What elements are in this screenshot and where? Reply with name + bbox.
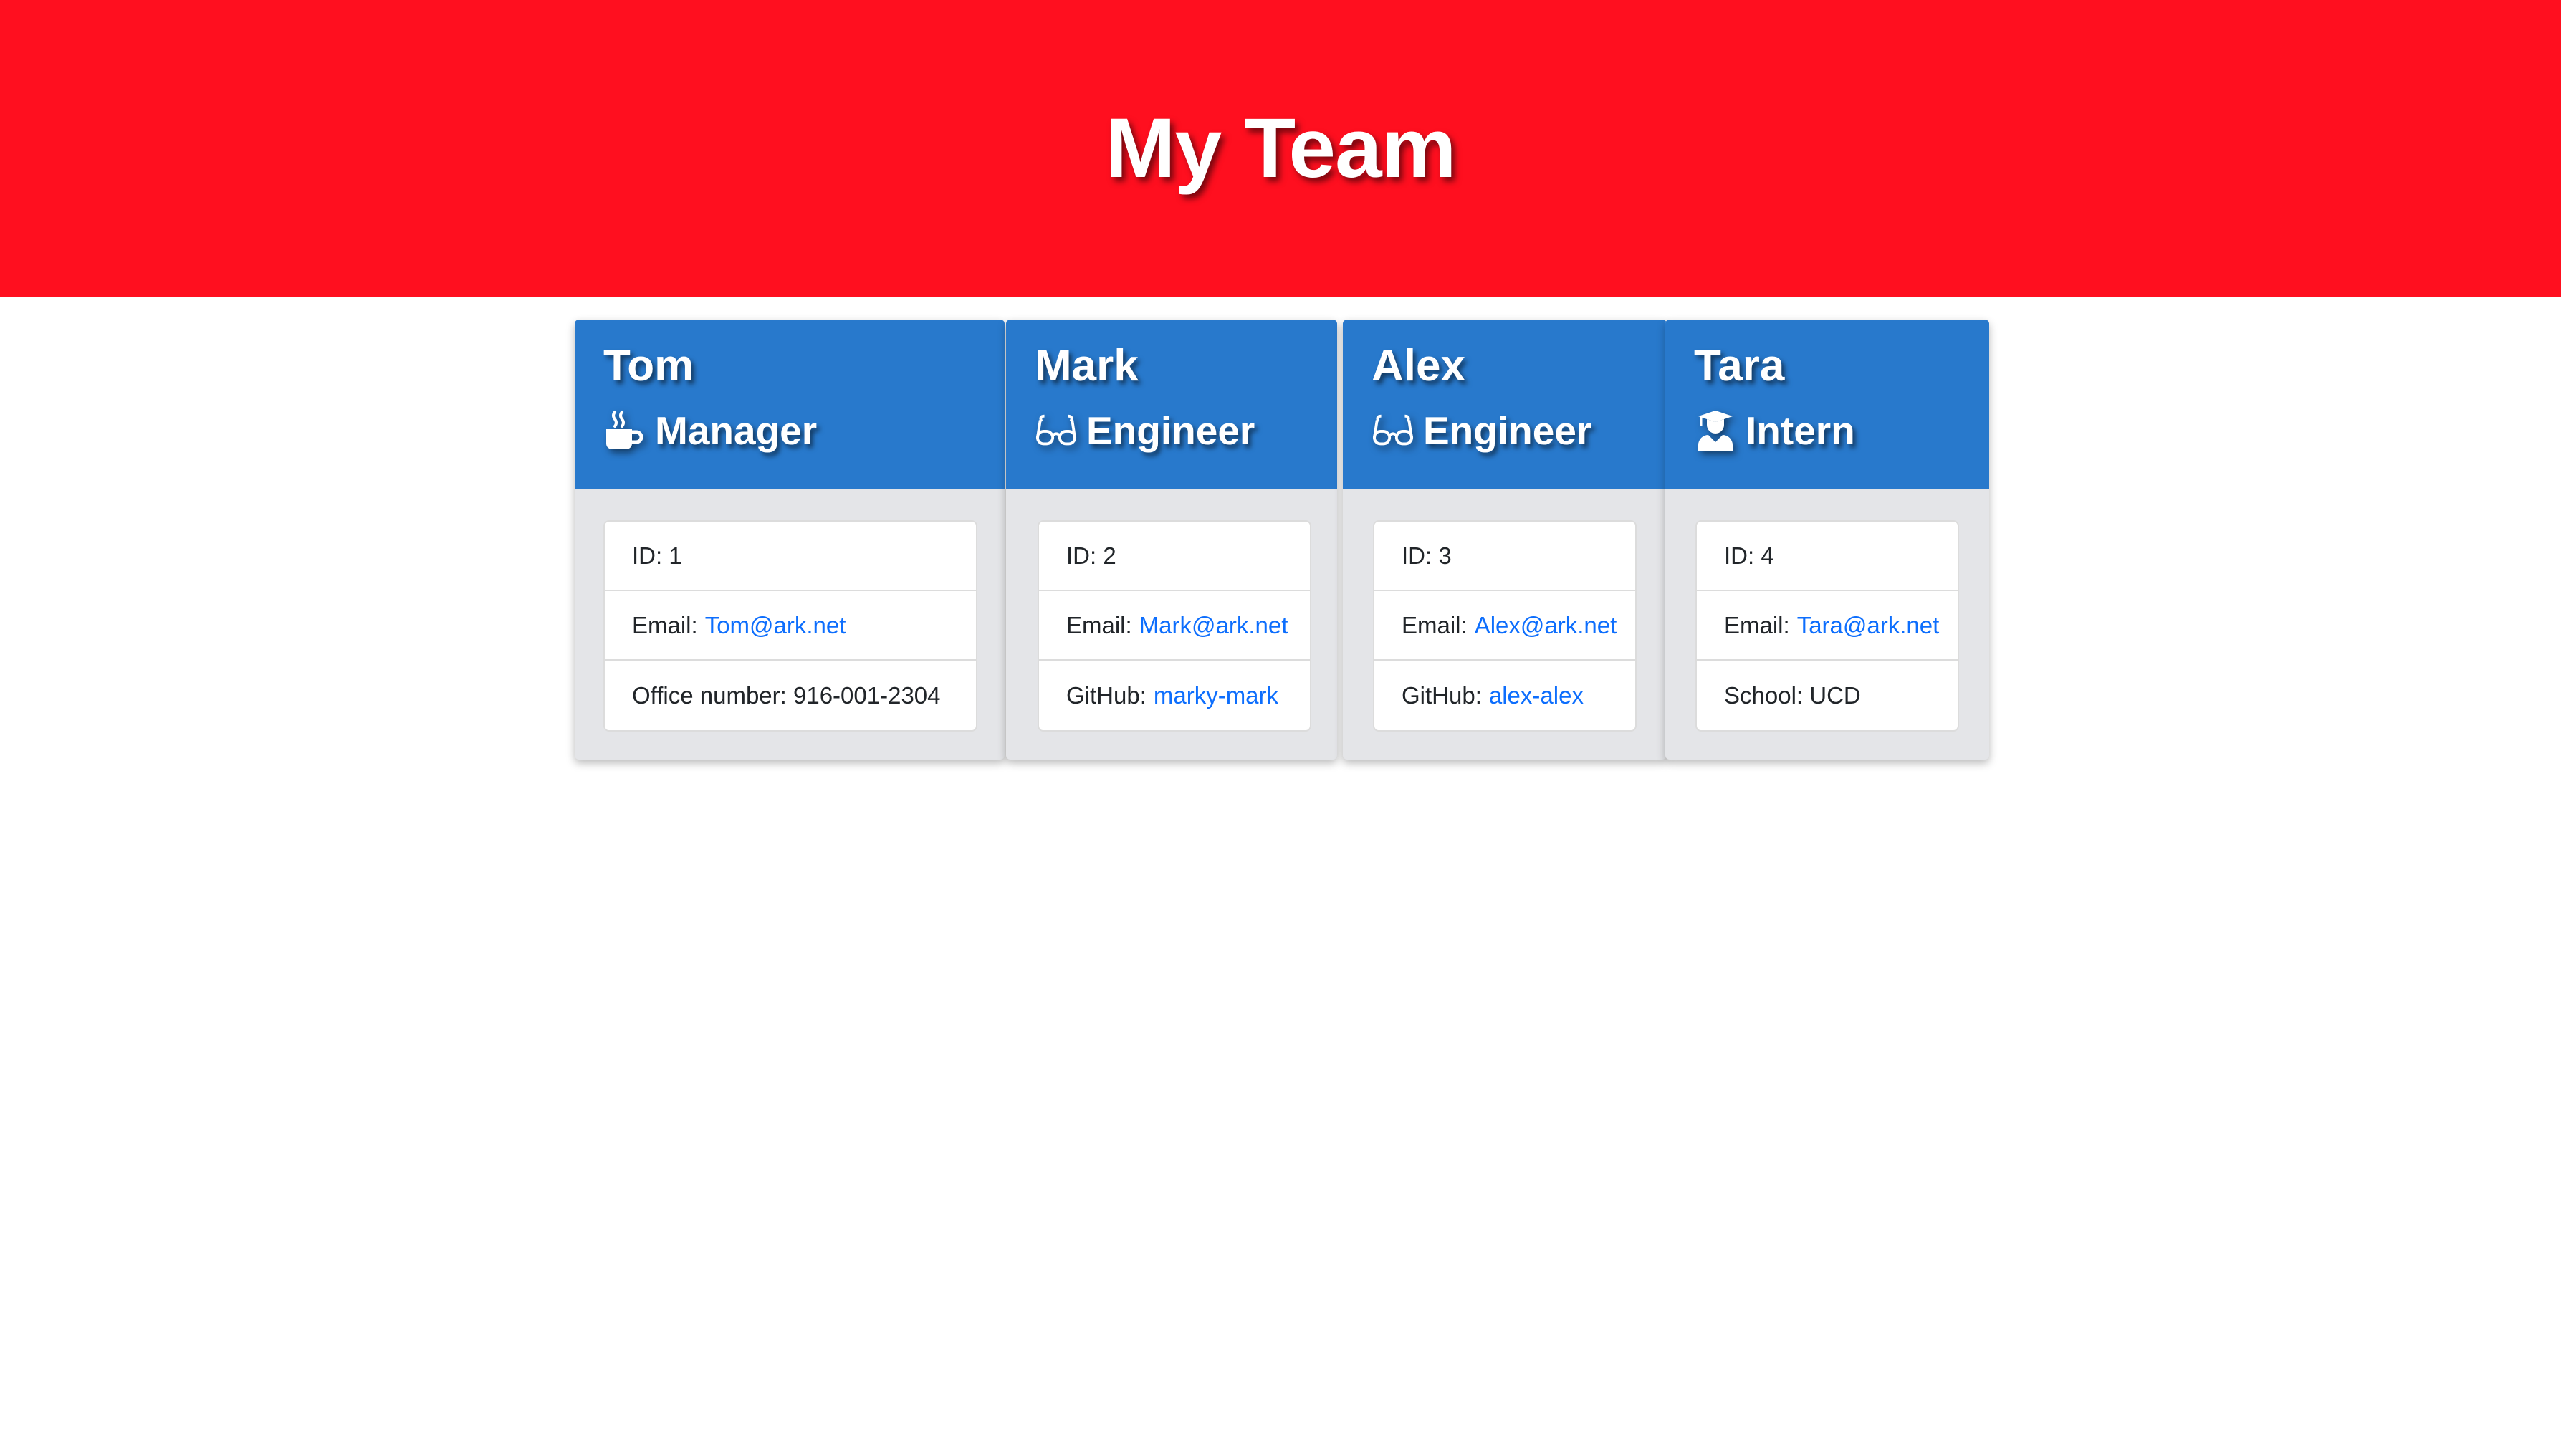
card-header: Alex Engineer <box>1343 320 1667 489</box>
role-label: Engineer <box>1423 408 1592 453</box>
employee-name: Tom <box>603 341 694 391</box>
glasses-icon <box>1372 409 1414 452</box>
employee-details: ID: 4 Email: Tara@ark.net School: UCD <box>1695 520 1959 732</box>
employee-role: Manager <box>603 406 1005 456</box>
employee-email: Email: Tom@ark.net <box>605 591 976 661</box>
graduate-icon <box>1694 409 1737 452</box>
page-header: My Team <box>0 0 2561 297</box>
employee-id: ID: 3 <box>1374 522 1635 591</box>
card-header: Tom Manager <box>575 320 1005 489</box>
email-link[interactable]: Tara@ark.net <box>1797 612 1940 639</box>
employee-school: School: UCD <box>1724 681 1861 709</box>
card-header: Tara Intern <box>1665 320 1989 489</box>
employee-email: Email: Tara@ark.net <box>1697 591 1958 661</box>
card-header: Mark Engineer <box>1006 320 1337 489</box>
employee-role: Intern <box>1694 406 1989 456</box>
glasses-icon <box>1035 409 1078 452</box>
employee-name: Mark <box>1035 341 1139 391</box>
employee-card-tara: Tara Intern ID: 4 Email: Tara@ark.net Sc… <box>1665 320 1989 760</box>
github-link[interactable]: alex-alex <box>1489 682 1584 709</box>
employee-card-alex: Alex Engineer ID: 3 Email: Alex@ark.net … <box>1343 320 1667 760</box>
employee-email: Email: Mark@ark.net <box>1039 591 1310 661</box>
role-label: Intern <box>1746 408 1855 453</box>
employee-email: Email: Alex@ark.net <box>1374 591 1635 661</box>
email-link[interactable]: Tom@ark.net <box>705 612 846 639</box>
employee-name: Tara <box>1694 341 1785 391</box>
employee-card-tom: Tom Manager ID: 1 Email: Tom@ark.net Off… <box>575 320 1005 760</box>
mug-icon <box>603 409 646 452</box>
role-label: Manager <box>655 408 818 453</box>
employee-details: ID: 2 Email: Mark@ark.net GitHub: marky-… <box>1038 520 1311 732</box>
employee-github: GitHub: marky-mark <box>1066 681 1279 709</box>
email-link[interactable]: Alex@ark.net <box>1475 612 1617 639</box>
employee-details: ID: 1 Email: Tom@ark.net Office number: … <box>603 520 977 732</box>
page-title: My Team <box>1105 101 1456 196</box>
employee-id: ID: 4 <box>1697 522 1958 591</box>
employee-details: ID: 3 Email: Alex@ark.net GitHub: alex-a… <box>1373 520 1637 732</box>
employee-role: Engineer <box>1372 406 1667 456</box>
employee-id: ID: 1 <box>605 522 976 591</box>
employee-github: GitHub: alex-alex <box>1402 681 1584 709</box>
employee-office-number: Office number: 916-001-2304 <box>632 681 941 709</box>
github-link[interactable]: marky-mark <box>1154 682 1278 709</box>
employee-id: ID: 2 <box>1039 522 1310 591</box>
employee-role: Engineer <box>1035 406 1337 456</box>
email-link[interactable]: Mark@ark.net <box>1139 612 1288 639</box>
role-label: Engineer <box>1086 408 1255 453</box>
employee-name: Alex <box>1372 341 1465 391</box>
employee-card-mark: Mark Engineer ID: 2 Email: Mark@ark.net … <box>1006 320 1337 760</box>
